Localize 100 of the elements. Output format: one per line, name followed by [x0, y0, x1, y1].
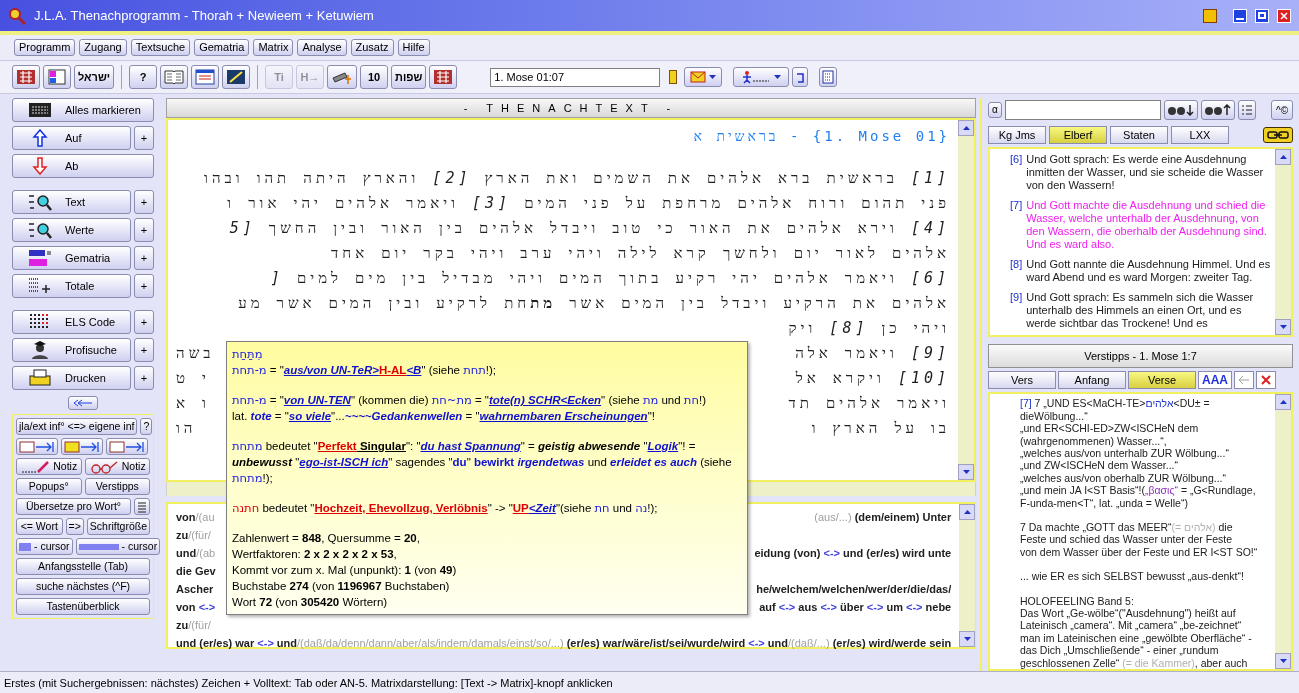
- tool-button[interactable]: Übersetze pro Wort°: [16, 498, 131, 515]
- tool-button[interactable]: Verstipps: [84, 478, 150, 495]
- scrollbar[interactable]: [958, 120, 974, 480]
- font-size-button[interactable]: AAA: [1198, 371, 1232, 390]
- tool-button[interactable]: jla/ext inf° <=> eigene inf: [16, 418, 138, 435]
- menu-item[interactable]: Zusatz: [350, 39, 394, 56]
- location-field[interactable]: 1. Mose 01:07: [490, 67, 661, 87]
- plus-button[interactable]: +: [134, 246, 154, 270]
- tips-panel-title: Verstipps - 1. Mose 1:7: [988, 344, 1293, 369]
- calculator-icon: [822, 70, 835, 84]
- verse-text[interactable]: Und Gott sprach: Es werde eine Ausdehnung inmitten der Wasser, und sie scheide die Wasser von den Wassern!: [1026, 152, 1271, 192]
- sidebar-button[interactable]: Profisuche: [12, 338, 131, 362]
- search-down-button[interactable]: [1164, 100, 1198, 121]
- calculator-button[interactable]: [819, 67, 838, 87]
- menu-item[interactable]: Zugang: [79, 39, 127, 56]
- tool-button[interactable]: <= Wort: [16, 518, 63, 535]
- toolbar-button[interactable]: [429, 65, 458, 89]
- list-button[interactable]: [1238, 100, 1256, 121]
- toolbar-button[interactable]: 10: [360, 65, 389, 89]
- pin-button[interactable]: [1203, 8, 1217, 23]
- translation-tab[interactable]: Staten: [1110, 125, 1168, 144]
- tool-button[interactable]: [106, 438, 148, 455]
- sidebar-button[interactable]: Ab: [12, 154, 154, 178]
- scrollbar[interactable]: [1275, 394, 1291, 669]
- scroll-up-icon: [1279, 400, 1287, 405]
- toolbar-button[interactable]: [43, 65, 71, 89]
- tip-text: man im Lateinischen eine „gewölbte Oberfläche“ -: [1020, 631, 1253, 645]
- toolbar-button[interactable]: [12, 65, 40, 89]
- sidebar-button[interactable]: Gematria: [12, 246, 131, 270]
- back-button[interactable]: [1234, 371, 1254, 390]
- tool-button[interactable]: [16, 438, 58, 455]
- translation-tab[interactable]: Kg Jms: [988, 125, 1046, 144]
- tips-tab[interactable]: Verse: [1128, 371, 1196, 390]
- menu-item[interactable]: Analyse: [297, 39, 347, 56]
- menu-item[interactable]: Textsuche: [130, 39, 191, 56]
- tool-button[interactable]: Notiz: [84, 458, 150, 475]
- person-dropdown[interactable]: [733, 67, 790, 87]
- envelope-dropdown[interactable]: [684, 67, 723, 87]
- tool-button[interactable]: Schriftgröße: [86, 518, 150, 535]
- sidebar-button[interactable]: ELS Code: [12, 310, 131, 334]
- verse-text[interactable]: Und Gott sprach: Es sammeln sich die Wasser unterhalb des Himmels an einen Ort, und es werde sichtbar das Trockene! Und es: [1026, 290, 1271, 330]
- plus-button[interactable]: +: [134, 126, 154, 150]
- tool-button[interactable]: Popups°: [16, 478, 82, 495]
- sidebar-button[interactable]: Text: [12, 190, 131, 214]
- status-bar: Erstes (mit Suchergebnissen: nächstes) Zeichen + Volltext: Tab oder AN-5. Matrixdarstellung: [Text -> Matrix]-knopf anklicken: [0, 671, 1299, 693]
- tool-button[interactable]: [134, 498, 150, 515]
- plus-button[interactable]: +: [134, 366, 154, 390]
- tip-text: „welches aus/von oberhalb ZUR Wölbung...“: [1020, 471, 1227, 485]
- menu-item[interactable]: Hilfe: [397, 39, 430, 56]
- sidebar-button[interactable]: Totale: [12, 274, 131, 298]
- sidebar-button[interactable]: Auf: [12, 126, 131, 150]
- tips-tab[interactable]: Vers: [988, 371, 1056, 390]
- collapse-button[interactable]: [68, 396, 98, 410]
- verse-text[interactable]: Und Gott nannte die Ausdehnung Himmel. Und es ward Abend und es ward Morgen: zweiter Tag.: [1026, 257, 1271, 284]
- tool-button[interactable]: [61, 438, 103, 455]
- tool-button[interactable]: suche nächstes (^F): [16, 578, 150, 595]
- sidebar-button[interactable]: Drucken: [12, 366, 131, 390]
- popup-text: מִתַּחַת: [232, 346, 264, 362]
- plus-button[interactable]: +: [134, 190, 154, 214]
- tool-button[interactable]: ?: [140, 418, 153, 435]
- tool-button[interactable]: Anfangsstelle (Tab): [16, 558, 150, 575]
- list-icon: [1241, 104, 1253, 117]
- menu-item[interactable]: Matrix: [253, 39, 294, 56]
- copy-button[interactable]: ^©: [1271, 100, 1293, 121]
- plus-button[interactable]: +: [134, 218, 154, 242]
- minimize-button[interactable]: [1233, 8, 1247, 23]
- tool-button[interactable]: - cursor: [75, 538, 161, 555]
- tool-button[interactable]: =>: [65, 518, 84, 535]
- plus-button[interactable]: +: [134, 274, 154, 298]
- plus-button[interactable]: +: [134, 310, 154, 334]
- sidebar-button[interactable]: Werte: [12, 218, 131, 242]
- close-button[interactable]: [1256, 371, 1276, 390]
- translation-text: (aus/...) (dem/einem) Unter: [814, 510, 952, 525]
- toolbar-button[interactable]: שפות: [391, 65, 427, 89]
- sidebar-button[interactable]: Alles markieren: [12, 98, 154, 122]
- alpha-button[interactable]: α: [988, 102, 1002, 119]
- scrollbar[interactable]: [1275, 148, 1291, 336]
- toolbar-button[interactable]: ישראל: [74, 65, 115, 89]
- translation-text: von/(au: [176, 510, 215, 525]
- tool-button[interactable]: Tastenüberblick: [16, 598, 150, 615]
- toolbar-button[interactable]: [222, 65, 251, 89]
- tip-text: ... wie ER es sich SELBST bewusst „aus-denkt“!: [1020, 570, 1245, 583]
- tool-button[interactable]: Notiz: [16, 458, 82, 475]
- menu-item[interactable]: Gematria: [194, 39, 250, 56]
- translation-tab[interactable]: Elberf: [1049, 125, 1107, 144]
- hebrew-letter-button[interactable]: [792, 67, 809, 87]
- tool-button[interactable]: - cursor: [16, 538, 73, 555]
- search-up-button[interactable]: [1201, 100, 1235, 121]
- toolbar-button[interactable]: [191, 65, 220, 89]
- maximize-button[interactable]: [1255, 8, 1269, 23]
- scrollbar[interactable]: [959, 504, 976, 647]
- spin-button[interactable]: [669, 70, 678, 84]
- tips-tab[interactable]: Anfang: [1058, 371, 1126, 390]
- plus-button[interactable]: +: [134, 338, 154, 362]
- menu-item[interactable]: Programm: [14, 39, 76, 56]
- toolbar-button[interactable]: [327, 65, 358, 89]
- link-button[interactable]: [1263, 126, 1293, 143]
- toolbar-button[interactable]: ?: [129, 65, 158, 89]
- translation-tab[interactable]: LXX: [1171, 125, 1229, 144]
- search-field[interactable]: [1005, 100, 1161, 121]
